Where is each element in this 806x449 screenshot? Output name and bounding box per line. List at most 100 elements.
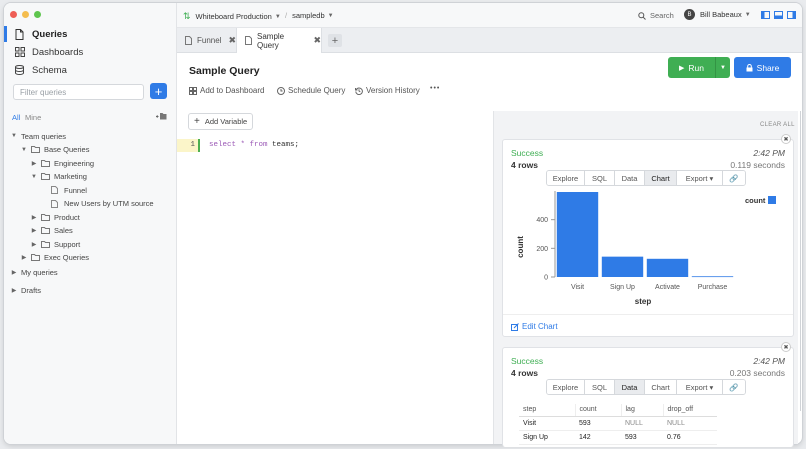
- tree-item[interactable]: ▶ Product: [31, 211, 80, 223]
- results-scrollbar[interactable]: [800, 111, 801, 411]
- y-tick-label: 400: [536, 217, 548, 224]
- x-tick-label: Visit: [571, 284, 584, 291]
- file-icon: [245, 36, 252, 45]
- result-time: 2:42 PM: [753, 356, 785, 366]
- sql-editor[interactable]: 1 select * from teams;: [177, 139, 492, 152]
- filter-all-tab[interactable]: All: [12, 113, 20, 122]
- table-cell[interactable]: 0.76: [663, 430, 717, 445]
- maximize-window-button[interactable]: [34, 11, 41, 18]
- column-header[interactable]: count: [575, 404, 622, 417]
- table-cell[interactable]: Sign Up: [519, 430, 575, 445]
- bottom-panel-toggle-icon[interactable]: [774, 11, 783, 21]
- chevron-right-icon: ▶: [11, 287, 17, 294]
- close-window-button[interactable]: [10, 11, 17, 18]
- new-tab-button[interactable]: +: [328, 34, 342, 47]
- filter-queries-input[interactable]: [13, 84, 144, 100]
- tree-item[interactable]: ▶ Support: [31, 238, 81, 250]
- tree-item[interactable]: ▶ Sales: [31, 225, 73, 237]
- table-cell[interactable]: NULL: [663, 416, 717, 431]
- plus-icon: +: [194, 116, 200, 127]
- tab-funnel[interactable]: Funnel ✖: [177, 28, 237, 53]
- result-view-switcher: Explore SQL Data Chart Export ▾ 🔗: [546, 379, 746, 395]
- run-button[interactable]: ▶ Run: [668, 57, 715, 78]
- close-tab-icon[interactable]: ✖: [313, 35, 321, 46]
- sql-identifier: teams;: [267, 141, 300, 149]
- drafts-label: Drafts: [21, 285, 42, 295]
- link-icon[interactable]: 🔗: [723, 171, 745, 185]
- user-menu[interactable]: B Bill Babeaux ▼: [684, 9, 751, 20]
- explore-button[interactable]: Explore: [547, 171, 585, 185]
- column-header[interactable]: step: [519, 404, 576, 417]
- explore-button[interactable]: Explore: [547, 380, 585, 394]
- chevron-right-icon: ▶: [31, 241, 37, 248]
- schedule-query-label: Schedule Query: [288, 86, 346, 95]
- status-label: Success: [511, 148, 544, 158]
- column-header[interactable]: drop_off: [663, 404, 717, 417]
- schedule-query-button[interactable]: Schedule Query: [277, 86, 345, 95]
- data-button[interactable]: Data: [615, 380, 645, 394]
- data-button[interactable]: Data: [615, 171, 645, 185]
- add-variable-button[interactable]: + Add Variable: [188, 113, 253, 130]
- chart-button[interactable]: Chart: [645, 380, 677, 394]
- chevron-right-icon: ▶: [21, 255, 27, 261]
- minimize-window-button[interactable]: [22, 11, 29, 18]
- export-button[interactable]: Export ▾: [677, 171, 723, 185]
- nav-schema[interactable]: Schema: [4, 62, 177, 78]
- nav-queries[interactable]: Queries: [4, 26, 177, 42]
- bar-chart: 0 200 400 Visit Sign Up Activate Purchase coun…: [516, 191, 776, 306]
- close-result-icon[interactable]: ✖: [781, 134, 791, 144]
- tree-item[interactable]: ▼ Marketing: [31, 171, 87, 183]
- table-cell[interactable]: 593: [621, 430, 663, 445]
- my-queries-section[interactable]: ▶ My queries: [11, 266, 58, 278]
- tab-sample-query[interactable]: Sample Query ✖: [237, 28, 322, 53]
- tree-item[interactable]: ▶ Exec Queries: [21, 252, 89, 264]
- database-selector[interactable]: / sampledb ▼: [285, 11, 334, 20]
- more-actions-icon[interactable]: •••: [430, 85, 440, 92]
- table-row: Sign Up 142 593 0.76: [519, 430, 717, 445]
- add-to-dashboard-button[interactable]: Add to Dashboard: [189, 86, 265, 95]
- export-button[interactable]: Export ▾: [677, 380, 723, 394]
- add-query-button[interactable]: +: [150, 83, 167, 99]
- nav-dashboards[interactable]: Dashboards: [4, 44, 177, 60]
- version-history-button[interactable]: Version History: [355, 86, 420, 95]
- share-button[interactable]: Share: [734, 57, 791, 78]
- tree-item[interactable]: ▶ Engineering: [31, 157, 94, 169]
- chevron-down-icon: ▼: [274, 13, 281, 20]
- chart-button[interactable]: Chart: [645, 171, 677, 185]
- sql-button[interactable]: SQL: [585, 171, 615, 185]
- tree-item[interactable]: ▼ Base Queries: [21, 144, 89, 156]
- chart-bar[interactable]: [691, 276, 734, 278]
- right-panel-toggle-icon[interactable]: [787, 11, 796, 21]
- drafts-section[interactable]: ▶ Drafts: [11, 284, 41, 296]
- edit-chart-button[interactable]: Edit Chart: [511, 322, 558, 331]
- add-variable-label: Add Variable: [204, 117, 248, 126]
- search-button[interactable]: Search: [638, 11, 674, 20]
- sidebar-toggle-icon[interactable]: [761, 11, 770, 21]
- clear-all-button[interactable]: CLEAR ALL: [760, 122, 795, 128]
- tree-item[interactable]: Funnel: [41, 184, 87, 196]
- filter-mine-tab[interactable]: Mine: [25, 113, 41, 122]
- new-folder-icon[interactable]: [156, 112, 167, 122]
- tree-item[interactable]: New Users by UTM source: [41, 198, 154, 210]
- chart-bar[interactable]: [601, 256, 644, 277]
- sql-button[interactable]: SQL: [585, 380, 615, 394]
- sql-code[interactable]: select * from teams;: [209, 139, 299, 152]
- folder-open-icon: [41, 173, 50, 181]
- close-tab-icon[interactable]: ✖: [228, 35, 236, 46]
- chart-bar[interactable]: [646, 258, 689, 277]
- run-options-button[interactable]: ▼: [715, 57, 730, 78]
- column-header[interactable]: lag: [621, 404, 664, 417]
- sidebar: Queries Dashboards Schema + All Mine ▼ Te…: [4, 3, 177, 444]
- close-result-icon[interactable]: ✖: [781, 342, 791, 352]
- table-cell[interactable]: 142: [575, 430, 621, 445]
- connection-selector[interactable]: ⇅ Whiteboard Production ▼: [183, 11, 281, 22]
- link-icon[interactable]: 🔗: [723, 380, 745, 394]
- table-cell[interactable]: Visit: [519, 416, 575, 431]
- window-controls: [10, 11, 41, 18]
- tree-item-label: Sales: [54, 226, 73, 235]
- table-cell[interactable]: NULL: [621, 416, 663, 431]
- folder-icon: [41, 213, 50, 221]
- tree-item[interactable]: ▼ Team queries: [11, 130, 66, 142]
- chart-bar[interactable]: [556, 192, 599, 277]
- table-cell[interactable]: 593: [575, 416, 621, 431]
